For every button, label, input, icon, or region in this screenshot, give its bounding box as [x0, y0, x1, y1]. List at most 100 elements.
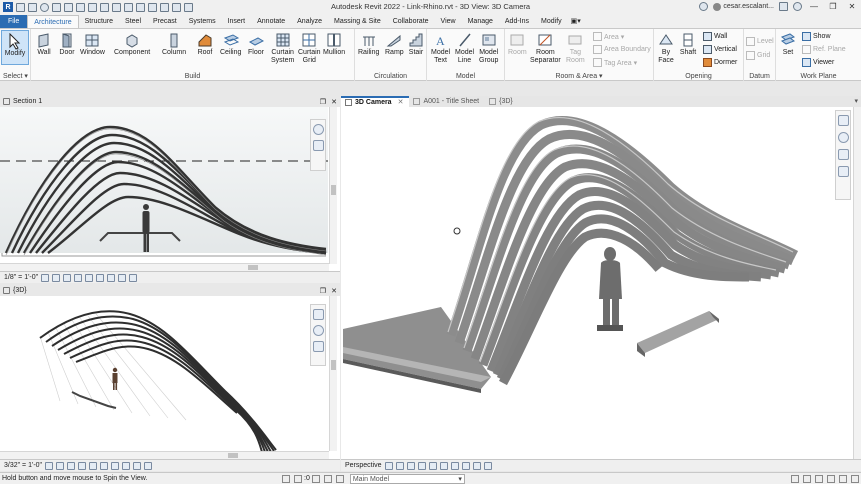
- filter-selection-icon[interactable]: [851, 474, 859, 483]
- column-tool[interactable]: Column: [162, 31, 186, 57]
- close-hidden-icon[interactable]: [172, 2, 181, 12]
- camera-view-canvas[interactable]: [341, 107, 861, 459]
- curtain-grid-tool[interactable]: Curtain Grid: [298, 31, 321, 64]
- dormer-tool[interactable]: Dormer: [703, 58, 737, 67]
- tab-modify[interactable]: Modify: [535, 15, 568, 28]
- section-vertical-scrollbar[interactable]: [329, 107, 337, 264]
- links-icon[interactable]: [335, 474, 344, 483]
- set-tool[interactable]: Set: [779, 31, 797, 57]
- worksets-icon[interactable]: [282, 474, 290, 483]
- switch-windows-icon[interactable]: [184, 2, 193, 12]
- door-tool[interactable]: Door: [58, 31, 76, 57]
- tag-room-tool[interactable]: Tag Room: [566, 31, 585, 64]
- visual-style-icon[interactable]: [395, 461, 404, 470]
- model-text-tool[interactable]: A Model Text: [431, 31, 450, 64]
- show-crop-icon[interactable]: [96, 273, 105, 282]
- drag-elements-icon[interactable]: [839, 474, 847, 483]
- camera-vertical-scrollbar[interactable]: [853, 107, 861, 459]
- area-tool[interactable]: Area ▾: [593, 32, 624, 41]
- component-tool[interactable]: Component: [114, 31, 150, 57]
- maximize-button[interactable]: ❐: [826, 1, 840, 12]
- render-icon[interactable]: [89, 461, 98, 470]
- section-icon[interactable]: [148, 2, 157, 12]
- tag-icon[interactable]: [112, 2, 121, 12]
- roof-tool[interactable]: Roof: [196, 31, 214, 57]
- shadows-icon[interactable]: [78, 461, 87, 470]
- 3d-horizontal-scrollbar[interactable]: [0, 451, 329, 459]
- select-dropdown[interactable]: Select ▾: [0, 72, 30, 80]
- redo-icon[interactable]: [64, 2, 73, 12]
- level-tool[interactable]: Level: [746, 37, 774, 46]
- worksharing-icon[interactable]: [129, 273, 138, 282]
- show-crop-icon[interactable]: [111, 461, 120, 470]
- show-tool[interactable]: Show: [802, 32, 831, 41]
- temporary-hide-icon[interactable]: [133, 461, 142, 470]
- render-icon[interactable]: [428, 461, 437, 470]
- wall-opening-tool[interactable]: Wall: [703, 32, 727, 41]
- dimension-icon[interactable]: [100, 2, 109, 12]
- railing-tool[interactable]: Railing: [358, 31, 379, 57]
- tab-3d-default[interactable]: {3D}: [485, 96, 519, 107]
- tab-collaborate[interactable]: Collaborate: [387, 15, 435, 28]
- visual-style-icon[interactable]: [52, 273, 61, 282]
- tab-insert[interactable]: Insert: [222, 15, 252, 28]
- zoom-icon[interactable]: [837, 149, 849, 160]
- tab-3d-camera[interactable]: 3D Camera ✕: [341, 96, 410, 107]
- shadows-icon[interactable]: [417, 461, 426, 470]
- tab-systems[interactable]: Systems: [183, 15, 222, 28]
- ramp-tool[interactable]: Ramp: [385, 31, 404, 57]
- tab-view[interactable]: View: [435, 15, 462, 28]
- by-face-tool[interactable]: By Face: [657, 31, 675, 64]
- temporary-hide-icon[interactable]: [472, 461, 481, 470]
- crop-view-icon[interactable]: [85, 273, 94, 282]
- crop-view-icon[interactable]: [439, 461, 448, 470]
- vertical-opening-tool[interactable]: Vertical: [703, 45, 737, 54]
- zoom-icon[interactable]: [312, 341, 324, 352]
- tab-architecture[interactable]: Architecture: [27, 15, 79, 28]
- tab-analyze[interactable]: Analyze: [291, 15, 328, 28]
- stair-tool[interactable]: Stair: [407, 31, 425, 57]
- select-by-face-icon[interactable]: [827, 474, 835, 483]
- ref-plane-tool[interactable]: Ref. Plane: [802, 45, 846, 54]
- sun-path-icon[interactable]: [63, 273, 72, 282]
- lock-view-icon[interactable]: [461, 461, 470, 470]
- reveal-hidden-icon[interactable]: [118, 273, 127, 282]
- temporary-hide-icon[interactable]: [107, 273, 116, 282]
- section-scale[interactable]: 1/8" = 1'-0": [4, 274, 38, 281]
- reveal-hidden-icon[interactable]: [483, 461, 492, 470]
- view-tabs-menu-icon[interactable]: ▾: [854, 97, 858, 105]
- detail-level-icon[interactable]: [45, 461, 54, 470]
- detail-level-icon[interactable]: [41, 273, 50, 282]
- filter-icon[interactable]: [323, 474, 332, 483]
- 3d-close-button[interactable]: ✕: [331, 287, 337, 295]
- select-pinned-icon[interactable]: [815, 474, 823, 483]
- room-tool[interactable]: Room: [508, 31, 527, 57]
- print-icon[interactable]: [76, 2, 85, 12]
- 3d-view-canvas[interactable]: [0, 296, 340, 459]
- section-restore-button[interactable]: ❐: [320, 98, 326, 106]
- user-menu[interactable]: cesar.escalant...: [713, 2, 774, 11]
- close-button[interactable]: ✕: [845, 1, 859, 12]
- 3d-view-icon[interactable]: [136, 2, 145, 12]
- wall-tool[interactable]: Wall: [35, 31, 53, 57]
- room-separator-tool[interactable]: Room Separator: [530, 31, 561, 64]
- lock-view-icon[interactable]: [122, 461, 131, 470]
- floor-tool[interactable]: Floor: [247, 31, 265, 57]
- 3d-vertical-scrollbar[interactable]: [329, 296, 337, 451]
- select-links-icon[interactable]: [791, 474, 799, 483]
- tab-precast[interactable]: Precast: [147, 15, 183, 28]
- modify-button[interactable]: Modify: [1, 30, 29, 65]
- open-icon[interactable]: [16, 2, 25, 12]
- tab-steel[interactable]: Steel: [119, 15, 147, 28]
- ribbon-options-icon[interactable]: ▣▾: [568, 15, 584, 28]
- zoom-icon[interactable]: [312, 140, 324, 151]
- tab-add-ins[interactable]: Add-Ins: [499, 15, 535, 28]
- model-group-tool[interactable]: Model Group: [479, 31, 498, 64]
- section-view-canvas[interactable]: [0, 107, 340, 271]
- 3d-scale[interactable]: 3/32" = 1'-0": [4, 462, 42, 469]
- curtain-system-tool[interactable]: Curtain System: [271, 31, 294, 64]
- thin-lines-icon[interactable]: [160, 2, 169, 12]
- steering-wheel-icon[interactable]: [837, 132, 849, 143]
- active-model-select[interactable]: Main Model: [349, 473, 465, 484]
- grid-tool[interactable]: Grid: [746, 51, 770, 60]
